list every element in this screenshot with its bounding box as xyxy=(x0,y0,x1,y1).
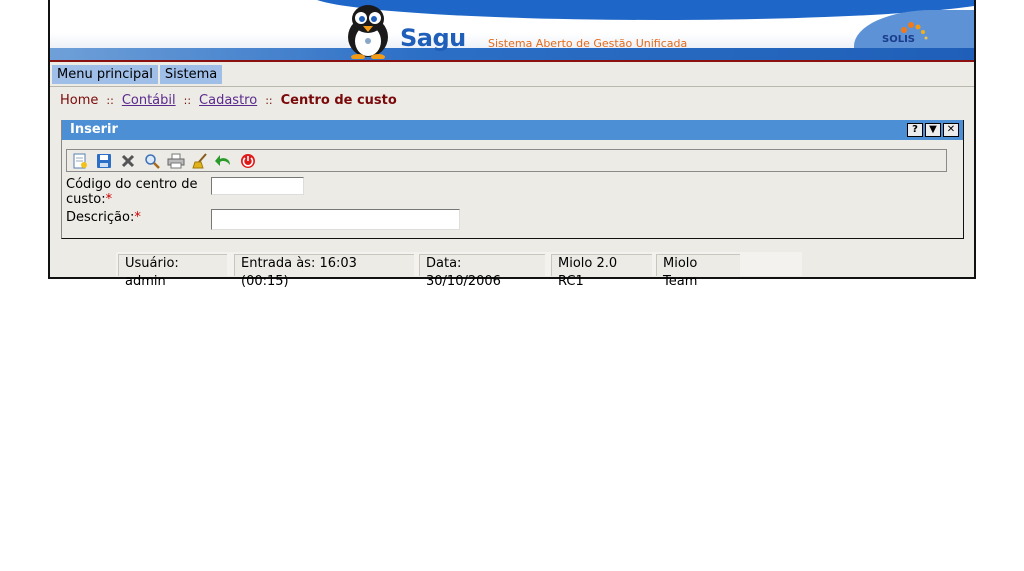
descricao-label: Descrição:* xyxy=(66,210,141,225)
partner-logo-text: SOLIS xyxy=(882,34,915,45)
breadcrumb-separator: :: xyxy=(265,94,273,107)
breadcrumb-link-contabil[interactable]: Contábil xyxy=(122,93,176,108)
window-buttons: ? ▼ ✕ xyxy=(907,123,959,137)
new-icon[interactable] xyxy=(71,152,89,170)
codigo-label-text: Código do centro de custo: xyxy=(66,177,198,207)
status-user: Usuário: admin xyxy=(118,254,227,289)
panel-titlebar: Inserir ? ▼ ✕ xyxy=(62,120,963,140)
status-login-time: Entrada às: 16:03 (00:15) xyxy=(234,254,414,289)
required-mark: * xyxy=(134,210,141,225)
form-toolbar xyxy=(66,149,947,172)
status-version: Miolo 2.0 RC1 xyxy=(551,254,652,289)
breadcrumb-link-cadastro[interactable]: Cadastro xyxy=(199,93,257,108)
breadcrumb: Home:: Contábil:: Cadastro:: Centro de cust… xyxy=(60,93,397,108)
exit-icon[interactable] xyxy=(239,152,257,170)
app-window: Sagu Sistema Aberto de Gestão Unificada … xyxy=(48,0,976,289)
brand-tagline: Sistema Aberto de Gestão Unificada xyxy=(488,37,688,50)
header-banner: Sagu Sistema Aberto de Gestão Unificada … xyxy=(50,0,974,62)
back-icon[interactable] xyxy=(215,152,233,170)
descricao-input[interactable] xyxy=(211,209,460,230)
breadcrumb-current: Centro de custo xyxy=(280,93,397,108)
status-team: Miolo Team xyxy=(656,254,740,289)
panel-title: Inserir xyxy=(70,122,118,137)
brand-name: Sagu xyxy=(400,24,466,52)
breadcrumb-separator: :: xyxy=(106,94,114,107)
status-date: Data: 30/10/2006 xyxy=(419,254,545,289)
menu-item-principal[interactable]: Menu principal xyxy=(52,65,158,84)
insert-panel: Inserir ? ▼ ✕ Código do centro de custo:… xyxy=(61,120,964,239)
codigo-input[interactable] xyxy=(211,177,304,195)
help-button[interactable]: ? xyxy=(907,123,923,137)
breadcrumb-separator: :: xyxy=(183,94,192,107)
codigo-label: Código do centro de custo:* xyxy=(66,177,206,207)
print-icon[interactable] xyxy=(167,152,185,170)
clear-icon[interactable] xyxy=(191,152,209,170)
required-mark: * xyxy=(105,192,113,207)
descricao-label-text: Descrição: xyxy=(66,210,135,225)
minimize-button[interactable]: ▼ xyxy=(925,123,941,137)
delete-icon[interactable] xyxy=(119,152,137,170)
penguin-logo-icon xyxy=(348,5,388,59)
partner-logo: SOLIS xyxy=(880,20,930,54)
close-button[interactable]: ✕ xyxy=(943,123,959,137)
save-icon[interactable] xyxy=(95,152,113,170)
search-icon[interactable] xyxy=(143,152,161,170)
breadcrumb-home[interactable]: Home xyxy=(60,93,98,108)
menu-item-sistema[interactable]: Sistema xyxy=(159,65,223,84)
menu-bar: Menu principal Sistema xyxy=(52,65,223,84)
